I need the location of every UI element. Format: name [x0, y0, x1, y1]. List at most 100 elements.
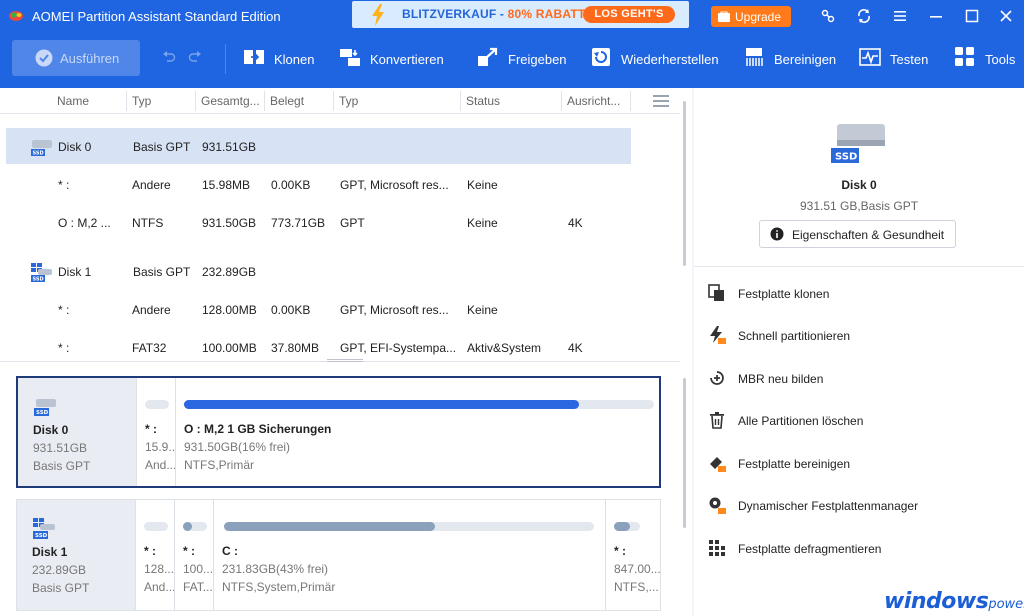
partition-type: NTFS,System,Primär [222, 580, 336, 594]
check-circle-icon [35, 49, 53, 67]
free-up-icon [478, 47, 498, 66]
partition-type: And... [144, 580, 174, 594]
op-quick-partition[interactable]: Schnell partitionieren [708, 324, 1008, 348]
usage-bar [224, 522, 594, 531]
table-row-partition[interactable]: * : Andere 128.00MB 0.00KB GPT, Microsof… [6, 291, 631, 327]
properties-health-button[interactable]: Eigenschaften & Gesundheit [759, 220, 956, 248]
toolbar-separator [225, 44, 226, 74]
table-row-partition[interactable]: * : FAT32 100.00MB 37.80MB GPT, EFI-Syst… [6, 329, 631, 365]
col-header-status[interactable]: Status [466, 94, 500, 108]
op-clone-disk[interactable]: Festplatte klonen [708, 282, 1008, 306]
row-fs: GPT, Microsoft res... [340, 303, 449, 317]
wipe-disk-icon [710, 457, 726, 472]
op-delete-all-partitions[interactable]: Alle Partitionen löschen [708, 409, 1008, 433]
promo-text: BLITZVERKAUF - 80% RABATT [402, 7, 586, 21]
redo-icon[interactable] [188, 50, 202, 64]
row-size: 128.00MB [202, 303, 257, 317]
partition-block[interactable]: * : 100... FAT... [174, 500, 213, 610]
maximize-icon[interactable] [964, 8, 980, 24]
window-title: AOMEI Partition Assistant Standard Editi… [32, 9, 281, 24]
disk-style: Basis GPT [33, 459, 91, 473]
column-divider[interactable] [333, 91, 334, 111]
map-scrollbar[interactable] [683, 378, 686, 528]
partition-size: 931.50GB(16% frei) [184, 440, 291, 454]
close-icon[interactable] [998, 8, 1014, 24]
disk-size: 232.89GB [32, 563, 87, 577]
disk-card-disk0[interactable]: SSD Disk 0 931.51GB Basis GPT * : 15.9..… [16, 376, 661, 488]
column-divider[interactable] [195, 91, 196, 111]
ssd-disk-icon: SSD [31, 140, 52, 157]
row-status: Keine [467, 216, 498, 230]
cart-icon [718, 11, 730, 22]
minimize-icon[interactable] [928, 8, 944, 24]
refresh-icon[interactable] [856, 8, 872, 24]
link-icon[interactable] [820, 8, 836, 24]
table-row-partition[interactable]: O : M,2 ... NTFS 931.50GB 773.71GB GPT K… [6, 204, 631, 240]
list-scrollbar[interactable] [683, 101, 686, 266]
column-divider[interactable] [126, 91, 127, 111]
disk-info: SSD Disk 1 232.89GB Basis GPT [17, 500, 135, 610]
clone-disk-icon [708, 284, 724, 301]
row-typ: Basis GPT [133, 265, 191, 279]
promo-banner[interactable]: BLITZVERKAUF - 80% RABATT LOS GEHT'S [352, 1, 689, 28]
row-align: 4K [568, 341, 583, 355]
col-header-used[interactable]: Belegt [270, 94, 304, 108]
watermark-main: windows [884, 589, 989, 614]
row-size: 232.89GB [202, 265, 257, 279]
partition-type: NTFS,... [614, 580, 659, 594]
partition-size: 15.9... [145, 440, 175, 454]
partition-size: 128... [144, 562, 174, 576]
defrag-icon [709, 540, 725, 556]
upgrade-button[interactable]: Upgrade [711, 6, 791, 27]
row-used: 37.80MB [271, 341, 320, 355]
op-rebuild-mbr[interactable]: MBR neu bilden [708, 367, 1008, 391]
column-settings-icon[interactable] [653, 95, 669, 107]
op-defragment[interactable]: Festplatte defragmentieren [708, 537, 1008, 561]
menu-icon[interactable] [892, 8, 908, 24]
undo-icon[interactable] [162, 50, 176, 64]
row-name: * : [58, 341, 70, 355]
op-wipe-disk[interactable]: Festplatte bereinigen [708, 452, 1008, 476]
table-row-disk1[interactable]: SSD Disk 1 Basis GPT 232.89GB [6, 253, 631, 289]
col-header-fstype[interactable]: Typ [339, 94, 358, 108]
col-header-name[interactable]: Name [57, 94, 89, 108]
row-used: 773.71GB [271, 216, 326, 230]
row-fs: GPT, EFI-Systempa... [340, 341, 457, 355]
table-row-partition[interactable]: * : Andere 15.98MB 0.00KB GPT, Microsoft… [6, 166, 631, 202]
partition-block[interactable]: * : 15.9... And... [136, 378, 175, 486]
col-header-align[interactable]: Ausricht... [567, 94, 620, 108]
wipe-icon [746, 48, 763, 66]
row-typ: FAT32 [132, 341, 167, 355]
row-fs: GPT, Microsoft res... [340, 178, 449, 192]
apply-button[interactable]: Ausführen [12, 40, 140, 76]
disk-card-disk1[interactable]: SSD Disk 1 232.89GB Basis GPT * : 128...… [16, 499, 661, 611]
col-header-typ[interactable]: Typ [132, 94, 151, 108]
row-name: Disk 1 [58, 265, 92, 279]
column-divider[interactable] [561, 91, 562, 111]
row-size: 15.98MB [202, 178, 251, 192]
promo-button[interactable]: LOS GEHT'S [583, 6, 675, 23]
disk-name: Disk 0 [33, 423, 69, 437]
column-divider[interactable] [460, 91, 461, 111]
splitter-handle[interactable] [327, 359, 363, 362]
partition-block-o[interactable]: O : M,2 1 GB Sicherungen 931.50GB(16% fr… [175, 378, 661, 486]
svg-text:SSD: SSD [33, 151, 44, 157]
column-divider[interactable] [630, 91, 631, 111]
recover-icon [592, 48, 610, 66]
watermark: windowspower [884, 589, 1024, 614]
col-header-total[interactable]: Gesamtg... [201, 94, 260, 108]
divider [694, 266, 1024, 267]
svg-text:SSD: SSD [36, 410, 49, 416]
column-divider[interactable] [264, 91, 265, 111]
dynamic-disk-icon [709, 497, 726, 514]
partition-type: And... [145, 458, 175, 472]
row-align: 4K [568, 216, 583, 230]
lightning-icon [372, 4, 384, 26]
op-dynamic-disk-manager[interactable]: Dynamischer Festplattenmanager [708, 494, 1008, 518]
table-row-disk0[interactable]: SSD Disk 0 Basis GPT 931.51GB [6, 128, 631, 164]
partition-block[interactable]: * : 847.00... NTFS,... [605, 500, 660, 610]
partition-block-c[interactable]: C : 231.83GB(43% frei) NTFS,System,Primä… [213, 500, 605, 610]
main-toolbar: Ausführen Klonen Konvertieren Freigeben [0, 32, 1024, 88]
row-typ: Andere [132, 178, 171, 192]
partition-block[interactable]: * : 128... And... [135, 500, 174, 610]
